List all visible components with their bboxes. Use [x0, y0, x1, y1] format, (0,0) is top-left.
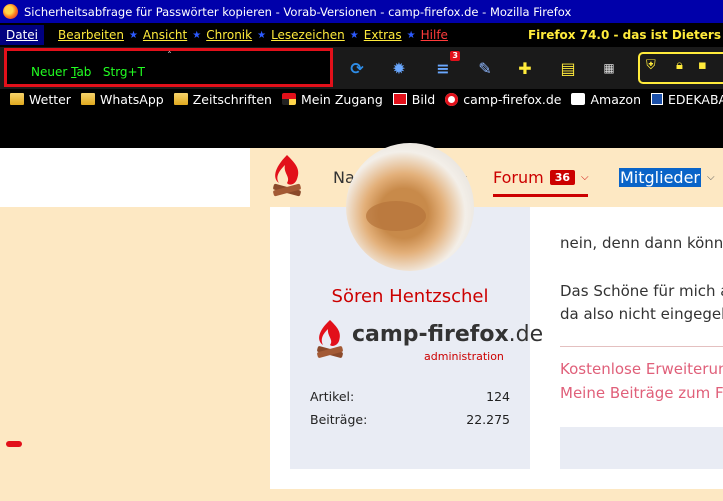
- campfire-icon: [317, 320, 343, 358]
- stat-posts: Beiträge: 22.275: [310, 412, 510, 427]
- signature-link[interactable]: Kostenlose Erweiterun: [560, 360, 723, 378]
- camp-firefox-logo: camp-firefox.de administration: [314, 316, 543, 366]
- nav-label: Mitglieder: [619, 168, 701, 187]
- bookmarks-toolbar: Wetter WhatsApp Zeitschriften Mein Zugan…: [0, 89, 723, 109]
- logo-subtitle: administration: [424, 350, 504, 363]
- window-title: Sicherheitsabfrage für Passwörter kopier…: [24, 4, 572, 19]
- logo-tld: .de: [508, 322, 544, 347]
- post-text-line: Das Schöne für mich a: [560, 282, 723, 300]
- bookmark-wetter[interactable]: Wetter: [10, 92, 71, 107]
- notification-badge: 3: [450, 51, 460, 61]
- logo-main: camp-firefox: [352, 322, 509, 347]
- bookmark-camp-firefox[interactable]: camp-firefox.de: [445, 92, 561, 107]
- post-text-line: da also nicht eingegeb: [560, 305, 723, 323]
- menu-bearbeiten[interactable]: Bearbeiten: [56, 28, 126, 42]
- zugang-icon: [281, 93, 296, 105]
- menu-hilfe[interactable]: Hilfe: [419, 28, 450, 42]
- post-text-line: nein, denn dann könnt: [560, 234, 723, 252]
- star-icon: ★: [128, 29, 138, 41]
- amazon-icon: [571, 93, 586, 105]
- new-tab-tooltip: ˆ Neuer Tab Strg+T: [4, 48, 333, 87]
- page-info-icon[interactable]: ▪: [698, 58, 707, 73]
- post-footer: [560, 427, 723, 469]
- bookmark-label: Amazon: [590, 91, 642, 107]
- nav-mitglieder[interactable]: Mitglieder ⌵: [619, 168, 715, 187]
- bookmark-edeka[interactable]: EDEKABAN: [651, 92, 723, 107]
- menu-datei[interactable]: Datei: [0, 25, 45, 45]
- reload-icon[interactable]: ⟳: [346, 57, 368, 79]
- menu-extras[interactable]: Extras: [362, 28, 404, 42]
- bookmark-label: Bild: [411, 91, 436, 107]
- tooltip-label: Neuer Tab Strg+T: [31, 65, 145, 79]
- window-titlebar: Sicherheitsabfrage für Passwörter kopier…: [0, 0, 723, 23]
- tooltip-label-prefix: Neuer: [31, 65, 72, 79]
- bild-icon: [392, 93, 407, 105]
- edeka-icon: [651, 93, 664, 105]
- puzzle-icon[interactable]: ✚: [514, 57, 536, 79]
- star-icon: ★: [406, 29, 416, 41]
- bookmark-label: WhatsApp: [99, 91, 164, 107]
- wrench-icon[interactable]: ✎: [474, 57, 496, 79]
- menu-bar: Datei Bearbeiten ★ Ansicht ★ Chronik ★ L…: [0, 23, 723, 47]
- folder-icon: [10, 93, 24, 105]
- menu-lesezeichen[interactable]: Lesezeichen: [269, 28, 347, 42]
- bookmark-label: EDEKABAN: [668, 91, 723, 107]
- logo-wordmark: camp-firefox.de: [352, 322, 543, 347]
- campfire-icon: [445, 92, 459, 106]
- menu-chronik[interactable]: Chronik: [204, 28, 254, 42]
- reading-list-icon[interactable]: ≡ 3: [432, 51, 460, 79]
- nav-forum[interactable]: Forum 36 ⌵: [493, 168, 589, 187]
- avatar-cat-shape: [366, 201, 426, 231]
- bookmark-amazon[interactable]: Amazon: [571, 92, 641, 107]
- bookmark-zeitschriften[interactable]: Zeitschriften: [173, 91, 272, 107]
- screenshot-icon[interactable]: ▦: [598, 57, 620, 79]
- version-label: Firefox 74.0 - das ist Dieters: [527, 23, 723, 47]
- stat-label: Beiträge:: [310, 412, 368, 427]
- active-nav-indicator: [493, 194, 588, 197]
- folder-icon: [173, 93, 188, 105]
- menu-ansicht[interactable]: Ansicht: [141, 28, 189, 42]
- shield-icon[interactable]: ⛨: [646, 58, 656, 73]
- nav-label: Forum: [493, 168, 544, 187]
- urlbar-identity-box[interactable]: ⛨ 🔒︎ ▪: [638, 52, 723, 84]
- signature-link[interactable]: Meine Beiträge zum F: [560, 384, 723, 402]
- tooltip-shortcut: Strg+T: [102, 65, 145, 79]
- bookmark-label: Mein Zugang: [300, 91, 383, 107]
- star-icon: ★: [257, 29, 267, 41]
- firefox-logo-icon: [3, 4, 18, 19]
- bookmark-mein-zugang[interactable]: Mein Zugang: [281, 91, 383, 107]
- toolbar-spacer: [0, 109, 723, 148]
- stat-value: 22.275: [466, 412, 510, 427]
- scroll-marker: [6, 441, 22, 447]
- lock-icon[interactable]: 🔒︎: [676, 58, 683, 73]
- print-icon[interactable]: ▤: [557, 57, 579, 79]
- folder-icon: [80, 93, 95, 105]
- tooltip-caret: ˆ: [167, 51, 172, 62]
- stat-articles: Artikel: 124: [310, 389, 510, 404]
- chevron-down-icon: ⌵: [581, 172, 589, 183]
- signature-divider: [560, 346, 723, 347]
- star-icon: ★: [349, 29, 359, 41]
- bookmark-label: camp-firefox.de: [463, 91, 562, 107]
- bookmark-whatsapp[interactable]: WhatsApp: [80, 91, 164, 107]
- stat-value: 124: [486, 389, 510, 404]
- chevron-down-icon: ⌵: [707, 172, 715, 183]
- stat-label: Artikel:: [310, 389, 355, 404]
- avatar[interactable]: [346, 143, 474, 271]
- author-name[interactable]: Sören Hentzschel: [290, 286, 530, 307]
- tooltip-label-suffix: ab: [76, 65, 92, 79]
- toolbar: ˆ Neuer Tab Strg+T ⟳ ✹ ≡ 3 ✎ ✚ ▤ ▦ ⛨ 🔒︎ ▪: [0, 47, 723, 89]
- star-icon: ★: [192, 29, 202, 41]
- bookmark-label: Wetter: [29, 91, 71, 107]
- campfire-logo-icon[interactable]: [269, 153, 305, 201]
- bookmark-label: Zeitschriften: [192, 91, 272, 107]
- bookmark-bild[interactable]: Bild: [392, 91, 436, 107]
- forum-count-badge: 36: [549, 170, 576, 185]
- gear-icon[interactable]: ✹: [388, 57, 410, 79]
- version-text: Firefox 74.0 - das ist Dieters: [527, 28, 721, 42]
